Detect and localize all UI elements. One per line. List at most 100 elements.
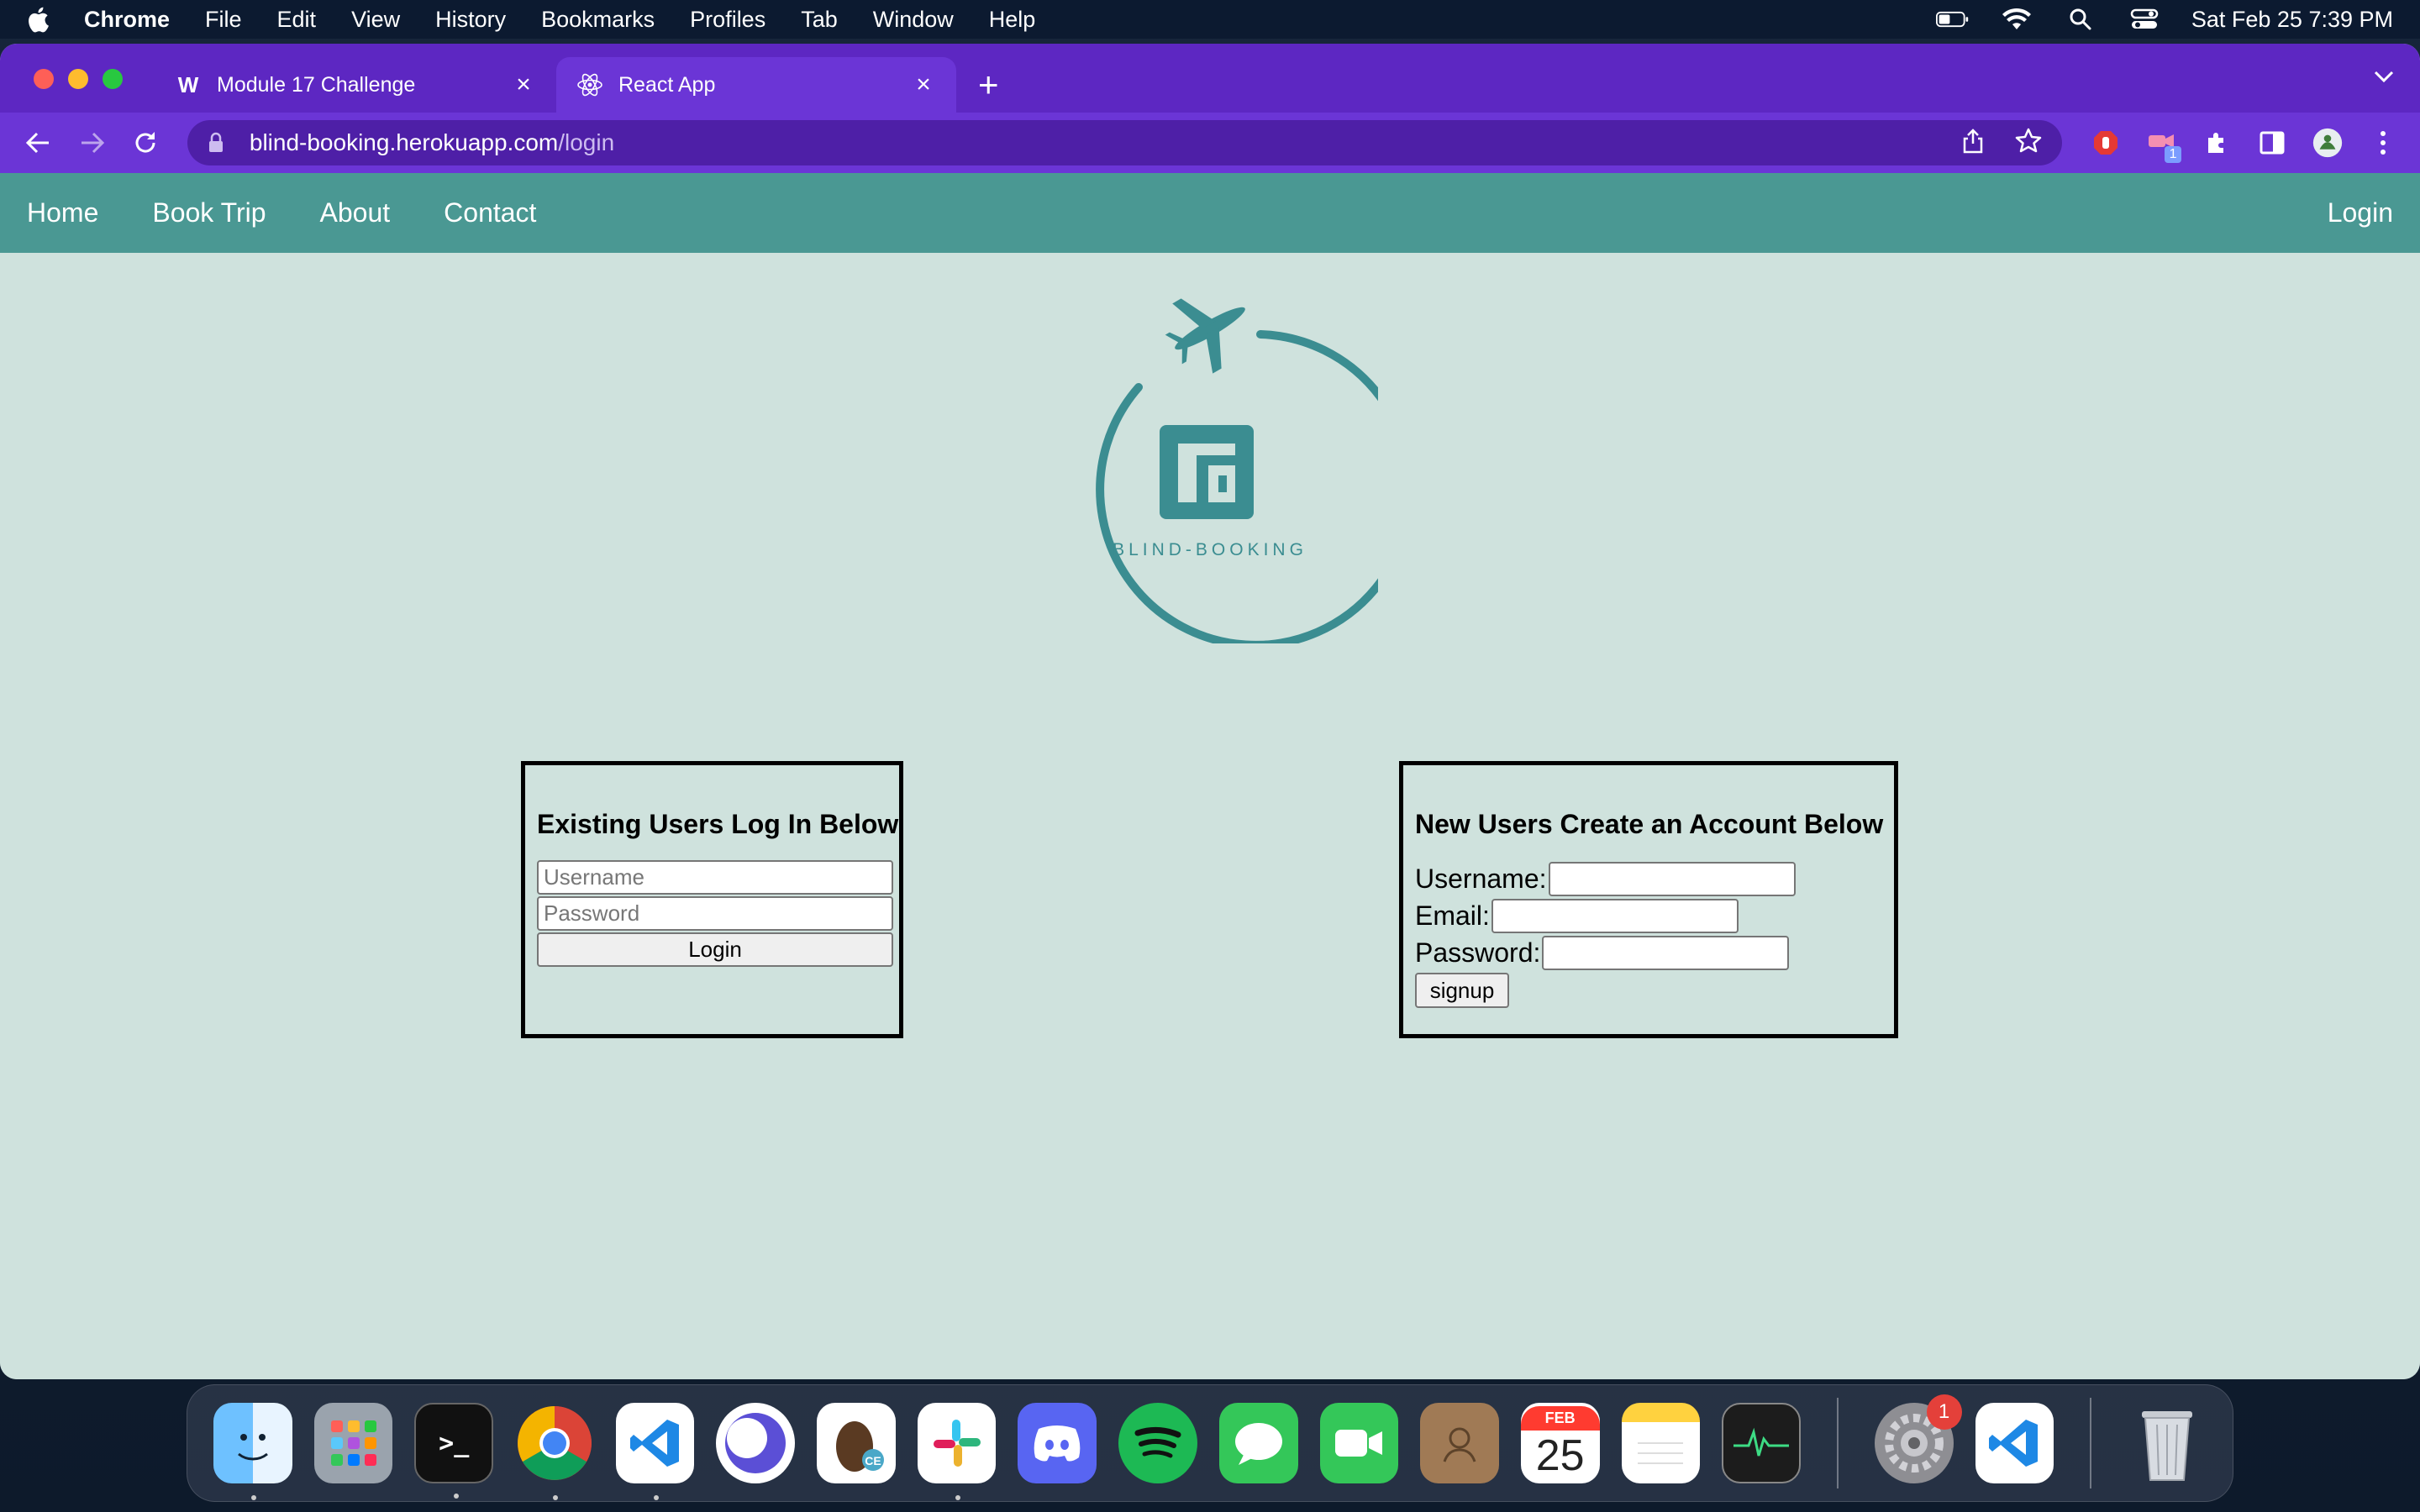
tab-react-app[interactable]: React App ×	[556, 57, 956, 113]
screen-recorder-app-icon[interactable]	[716, 1403, 796, 1483]
menu-help[interactable]: Help	[989, 7, 1036, 33]
tab-module-17-challenge[interactable]: W Module 17 Challenge ×	[155, 57, 556, 113]
tab-title: React App	[618, 72, 716, 97]
signup-password-row: Password:	[1415, 934, 1882, 971]
login-username-input[interactable]	[537, 860, 893, 895]
menu-bar: Chrome File Edit View History Bookmarks …	[0, 0, 2420, 39]
browser-toolbar: blind-booking.herokuapp.com/login 1	[0, 113, 2420, 173]
window-controls	[34, 69, 123, 89]
signup-username-row: Username:	[1415, 860, 1882, 897]
signup-heading: New Users Create an Account Below	[1415, 809, 1884, 839]
messages-icon[interactable]	[1218, 1403, 1298, 1483]
browser-window: W Module 17 Challenge × React App × + bl…	[0, 44, 2420, 1379]
url-path: /login	[558, 129, 615, 155]
calendar-month: FEB	[1520, 1405, 1600, 1431]
close-window-button[interactable]	[34, 69, 54, 89]
signup-username-label: Username:	[1415, 863, 1547, 894]
nav-about[interactable]: About	[320, 197, 391, 228]
running-indicator	[553, 1495, 559, 1500]
calendar-icon[interactable]: FEB 25	[1520, 1403, 1600, 1483]
login-button[interactable]: Login	[537, 932, 893, 967]
trash-icon[interactable]	[2128, 1403, 2207, 1483]
tab-title: Module 17 Challenge	[217, 72, 416, 97]
running-indicator	[251, 1495, 256, 1500]
chrome-menu-kebab-icon[interactable]	[2368, 128, 2398, 158]
apple-icon[interactable]	[27, 5, 50, 34]
react-icon	[576, 71, 603, 98]
reload-icon[interactable]	[129, 126, 162, 160]
nav-login[interactable]: Login	[2328, 197, 2393, 228]
chrome-icon[interactable]	[515, 1403, 594, 1500]
login-form: Existing Users Log In Below Login	[521, 761, 903, 1038]
system-settings-icon[interactable]: 1	[1874, 1394, 1962, 1483]
menu-history[interactable]: History	[435, 7, 506, 33]
dock-separator	[1836, 1398, 1839, 1488]
share-icon[interactable]	[1961, 127, 1985, 160]
menu-app-name[interactable]: Chrome	[84, 7, 170, 33]
menu-file[interactable]: File	[205, 7, 242, 33]
extension-area: 1	[2091, 128, 2398, 163]
new-tab-icon[interactable]: +	[978, 57, 999, 113]
signup-username-input[interactable]	[1548, 861, 1796, 896]
nav-home[interactable]: Home	[27, 197, 98, 228]
blind-booking-logo: BLIND-BOOKING	[1042, 291, 1416, 649]
tab-search-chevron-icon[interactable]	[2373, 62, 2395, 89]
bookmark-star-icon[interactable]	[2015, 127, 2042, 160]
notification-badge: 1	[1926, 1394, 1962, 1430]
nav-book-trip[interactable]: Book Trip	[152, 197, 266, 228]
slack-icon[interactable]	[917, 1403, 997, 1500]
vscode-recent-icon[interactable]	[1975, 1403, 2054, 1483]
menu-profiles[interactable]: Profiles	[690, 7, 765, 33]
tab-close-icon[interactable]: ×	[511, 71, 536, 99]
extensions-puzzle-icon[interactable]	[2202, 128, 2232, 158]
address-bar[interactable]: blind-booking.herokuapp.com/login	[187, 120, 2063, 165]
spotify-icon[interactable]	[1118, 1403, 1197, 1483]
menu-bookmarks[interactable]: Bookmarks	[541, 7, 655, 33]
dock-separator	[2090, 1398, 2092, 1488]
tab-close-icon[interactable]: ×	[911, 71, 936, 99]
adblock-extension-icon[interactable]	[2091, 128, 2121, 158]
launchpad-icon[interactable]	[313, 1403, 393, 1483]
screen-recorder-extension-icon[interactable]: 1	[2146, 128, 2182, 163]
notes-icon[interactable]	[1621, 1403, 1701, 1483]
wifi-icon[interactable]	[2000, 7, 2033, 32]
menubar-clock[interactable]: Sat Feb 25 7:39 PM	[2191, 7, 2393, 33]
discord-icon[interactable]	[1018, 1403, 1097, 1483]
login-heading: Existing Users Log In Below	[537, 809, 899, 839]
signup-button[interactable]: signup	[1415, 973, 1509, 1008]
activity-monitor-icon[interactable]	[1722, 1403, 1801, 1483]
profile-avatar[interactable]	[2312, 128, 2343, 158]
facetime-icon[interactable]	[1319, 1403, 1399, 1483]
logo-text: BLIND-BOOKING	[1113, 540, 1307, 559]
menu-window[interactable]: Window	[873, 7, 954, 33]
finder-icon[interactable]	[213, 1403, 292, 1500]
signup-email-input[interactable]	[1491, 898, 1739, 933]
terminal-icon[interactable]: >_	[414, 1403, 494, 1499]
menu-edit[interactable]: Edit	[277, 7, 317, 33]
side-panel-icon[interactable]	[2257, 128, 2287, 158]
login-password-input[interactable]	[537, 896, 893, 931]
vscode-icon[interactable]	[615, 1403, 695, 1500]
nav-contact[interactable]: Contact	[444, 197, 536, 228]
signup-form: New Users Create an Account Below Userna…	[1399, 761, 1898, 1038]
contacts-icon[interactable]	[1420, 1403, 1499, 1483]
site-navbar: Home Book Trip About Contact Login	[0, 173, 2420, 253]
menu-view[interactable]: View	[351, 7, 400, 33]
forward-arrow-icon[interactable]	[76, 126, 109, 160]
menu-tab[interactable]: Tab	[801, 7, 838, 33]
control-center-icon[interactable]	[2128, 7, 2161, 32]
dock: >_ CE FEB 25 1	[187, 1384, 2233, 1502]
zoom-window-button[interactable]	[103, 69, 123, 89]
back-arrow-icon[interactable]	[22, 126, 55, 160]
spotlight-search-icon[interactable]	[2064, 7, 2097, 32]
battery-icon[interactable]	[1935, 7, 1970, 32]
signup-password-input[interactable]	[1542, 935, 1790, 970]
calendar-day: 25	[1535, 1431, 1585, 1480]
minimize-window-button[interactable]	[68, 69, 88, 89]
tab-strip: W Module 17 Challenge × React App × +	[0, 44, 2420, 113]
cyberduck-icon[interactable]: CE	[817, 1403, 896, 1483]
lock-icon[interactable]	[208, 132, 231, 154]
running-indicator	[955, 1495, 960, 1500]
signup-email-label: Email:	[1415, 900, 1490, 931]
extension-badge: 1	[2165, 146, 2182, 163]
